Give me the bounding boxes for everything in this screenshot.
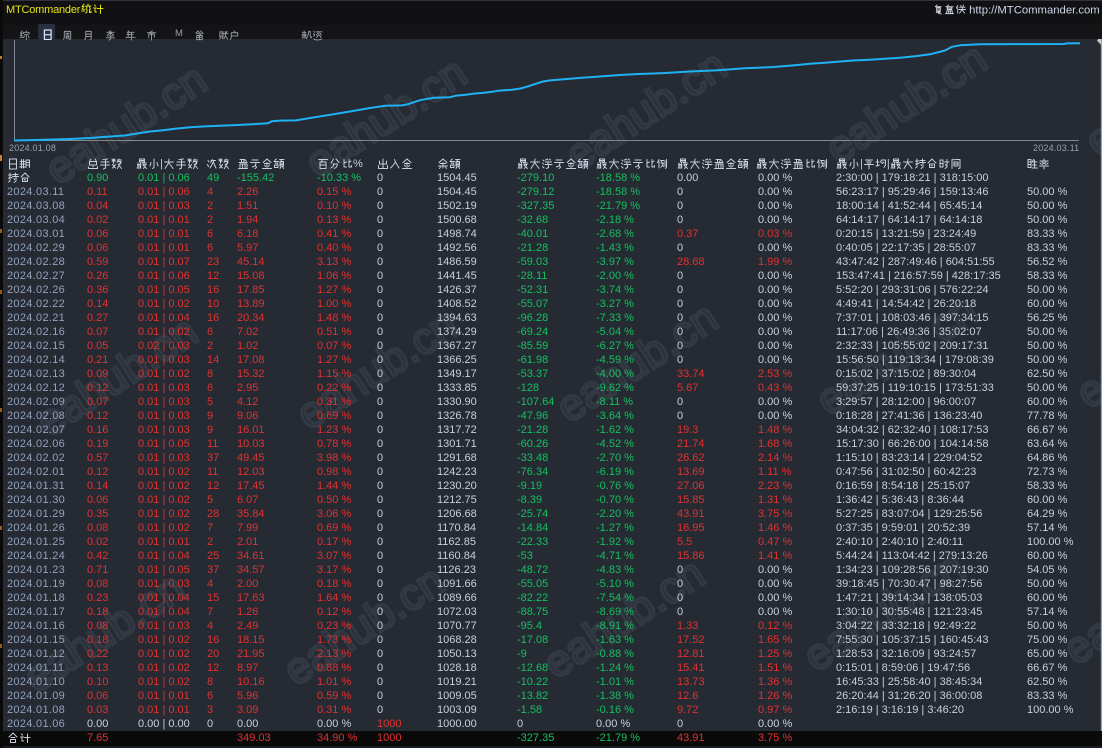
svg-text:eahub.cn: eahub.cn <box>275 556 454 696</box>
svg-text:eahub.cn: eahub.cn <box>817 34 996 174</box>
svg-text:eahub.cn: eahub.cn <box>1077 27 1102 167</box>
svg-text:eahub.cn: eahub.cn <box>1068 279 1102 419</box>
svg-text:eahub.cn: eahub.cn <box>548 293 727 433</box>
